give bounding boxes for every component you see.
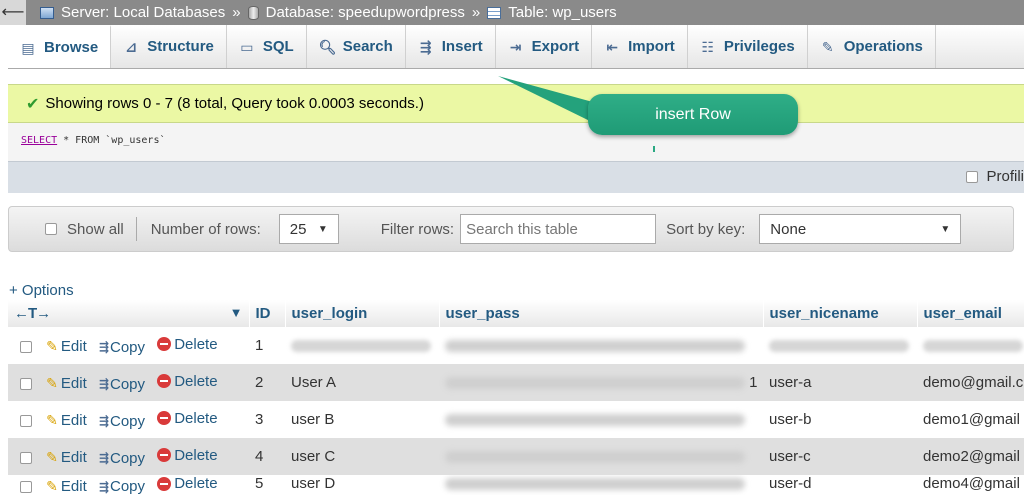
callout-arrow [498, 76, 600, 124]
callout-pointer [498, 76, 655, 152]
callout-text: insert Row [655, 105, 731, 123]
insert-row-callout: insert Row [588, 94, 798, 135]
